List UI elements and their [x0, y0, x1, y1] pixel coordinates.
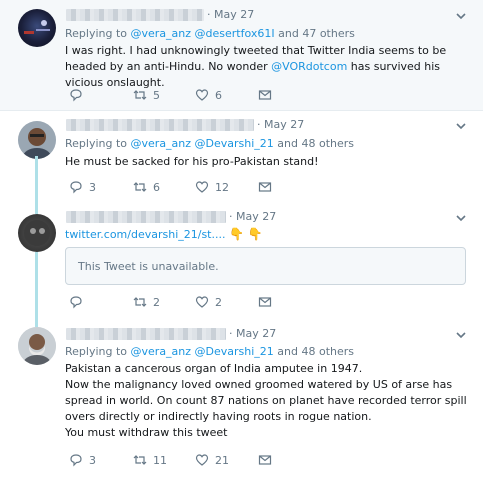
reply-icon: [70, 89, 82, 102]
thread-line: [35, 207, 38, 214]
tweet-date[interactable]: · May 27: [207, 8, 254, 21]
like-icon: [195, 296, 209, 308]
tweet-actions: 3 6 12: [65, 179, 285, 195]
tweet-3[interactable]: · May 27 twitter.com/devarshi_21/st.... …: [0, 207, 483, 316]
tweet-text: Pakistan a cancerous organ of India ampu…: [65, 361, 470, 441]
tweet-actions: 2 2: [65, 294, 285, 310]
tweet-actions: 5 6: [65, 87, 285, 103]
chevron-down-icon[interactable]: [455, 120, 467, 132]
tweet-text: I was right. I had unknowingly tweeted t…: [65, 44, 447, 89]
author-name-redacted[interactable]: [66, 211, 226, 223]
retweet-button[interactable]: 6: [133, 179, 160, 195]
tweet-actions: 3 11 21: [65, 452, 285, 468]
tweet-date[interactable]: · May 27: [229, 210, 276, 223]
thread-line: [35, 156, 38, 207]
replying-to: Replying to @vera_anz @Devarshi_21 and 4…: [65, 345, 355, 358]
thread-line: [35, 316, 38, 327]
like-icon: [195, 454, 209, 466]
author-name-redacted[interactable]: [66, 119, 254, 131]
retweet-icon: [133, 297, 147, 307]
dm-button[interactable]: [258, 294, 278, 310]
reply-button[interactable]: [69, 294, 89, 310]
dm-button[interactable]: [258, 452, 278, 468]
author-name-redacted[interactable]: [66, 328, 226, 340]
replying-to: Replying to @vera_anz @desertfox61I and …: [65, 27, 355, 40]
pointing-down-emoji: 👇 👇: [228, 227, 263, 241]
tweet-link[interactable]: twitter.com/devarshi_21/st....: [65, 228, 225, 241]
retweet-icon: [133, 182, 147, 192]
tweet-2[interactable]: · May 27 Replying to @vera_anz @Devarshi…: [0, 111, 483, 207]
reply-button[interactable]: 3: [69, 179, 96, 195]
retweet-icon: [133, 455, 147, 465]
chevron-down-icon[interactable]: [455, 10, 467, 22]
reply-icon: [70, 454, 82, 467]
tweet-text: twitter.com/devarshi_21/st.... 👇 👇: [65, 226, 470, 243]
reply-icon: [70, 181, 82, 194]
tweet-text-line: Pakistan a cancerous organ of India ampu…: [65, 362, 363, 375]
dm-button[interactable]: [258, 179, 278, 195]
retweet-button[interactable]: 2: [133, 294, 160, 310]
author-name-redacted[interactable]: [66, 9, 204, 21]
dm-icon: [258, 455, 272, 465]
mention-link[interactable]: @VORdotcom: [271, 60, 347, 73]
reply-button[interactable]: [69, 87, 89, 103]
mention-links[interactable]: @vera_anz @Devarshi_21: [131, 345, 274, 358]
like-button[interactable]: 21: [195, 452, 229, 468]
retweet-button[interactable]: 5: [133, 87, 160, 103]
tweet-4[interactable]: · May 27 Replying to @vera_anz @Devarshi…: [0, 316, 483, 479]
tweet-1[interactable]: · May 27 Replying to @vera_anz @desertfo…: [0, 0, 483, 111]
chevron-down-icon[interactable]: [455, 212, 467, 224]
retweet-icon: [133, 90, 147, 100]
tweet-text-line: Now the malignancy loved owned groomed w…: [65, 378, 467, 423]
like-button[interactable]: 2: [195, 294, 222, 310]
dm-icon: [258, 90, 272, 100]
tweet-date[interactable]: · May 27: [257, 118, 304, 131]
mention-links[interactable]: @vera_anz @desertfox61I: [131, 27, 275, 40]
dm-icon: [258, 182, 272, 192]
reply-button[interactable]: 3: [69, 452, 96, 468]
like-button[interactable]: 6: [195, 87, 222, 103]
avatar[interactable]: [18, 121, 56, 159]
avatar[interactable]: [18, 327, 56, 365]
like-button[interactable]: 12: [195, 179, 229, 195]
like-icon: [195, 181, 209, 193]
retweet-button[interactable]: 11: [133, 452, 167, 468]
avatar[interactable]: [18, 214, 56, 252]
dm-icon: [258, 297, 272, 307]
tweet-date[interactable]: · May 27: [229, 327, 276, 340]
tweet-text: He must be sacked for his pro-Pakistan s…: [65, 155, 319, 168]
chevron-down-icon[interactable]: [455, 329, 467, 341]
quoted-tweet-unavailable[interactable]: This Tweet is unavailable.: [65, 247, 466, 285]
like-icon: [195, 89, 209, 101]
replying-to: Replying to @vera_anz @Devarshi_21 and 4…: [65, 137, 355, 150]
mention-links[interactable]: @vera_anz @Devarshi_21: [131, 137, 274, 150]
dm-button[interactable]: [258, 87, 278, 103]
tweet-text-line: You must withdraw this tweet: [65, 426, 228, 439]
avatar[interactable]: [18, 9, 56, 47]
reply-icon: [70, 296, 82, 309]
thread-line: [35, 252, 38, 316]
